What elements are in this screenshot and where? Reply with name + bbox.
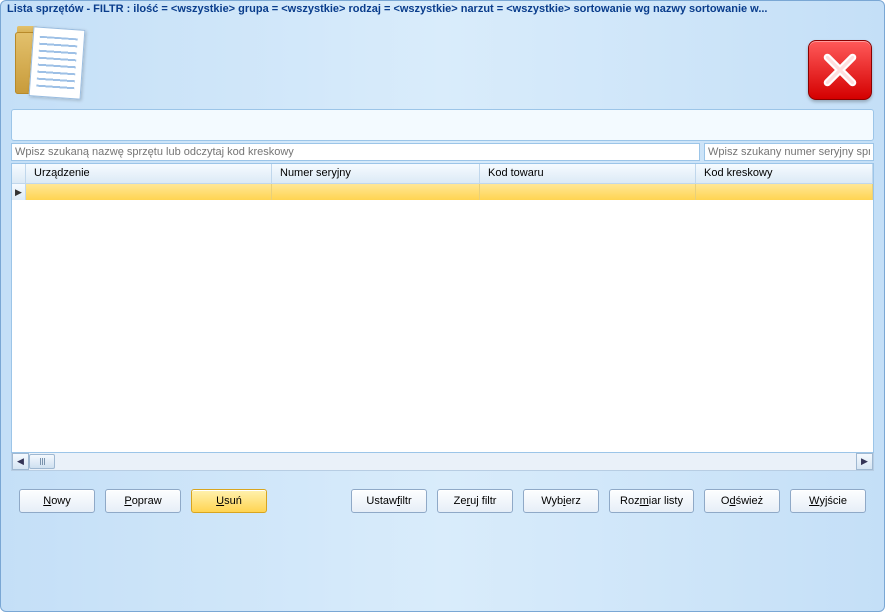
column-header-serial[interactable]: Numer seryjny	[272, 164, 480, 183]
table-row[interactable]: ▶	[12, 184, 873, 200]
exit-button[interactable]: Wyjście	[790, 489, 866, 513]
scroll-left-button[interactable]: ◀	[12, 453, 29, 470]
grid-body[interactable]: ▶	[12, 184, 873, 452]
toolbar	[1, 19, 884, 109]
search-serial-input[interactable]	[704, 143, 874, 161]
equipment-grid[interactable]: Urządzenie Numer seryjny Kod towaru Kod …	[11, 163, 874, 453]
cell-product-code[interactable]	[480, 184, 696, 200]
button-bar: Nowy Popraw Usuń Ustaw filtr Zeruj filtr…	[19, 489, 866, 513]
search-row	[11, 143, 874, 161]
close-icon	[819, 49, 861, 91]
footer-space	[1, 513, 884, 611]
window-title: Lista sprzętów - FILTR : ilość = <wszyst…	[1, 1, 884, 19]
info-panel	[11, 109, 874, 141]
app-window: Lista sprzętów - FILTR : ilość = <wszyst…	[0, 0, 885, 612]
new-button[interactable]: Nowy	[19, 489, 95, 513]
cell-serial[interactable]	[272, 184, 480, 200]
cell-barcode[interactable]	[696, 184, 873, 200]
scroll-track[interactable]	[29, 453, 856, 470]
list-size-button[interactable]: Rozmiar listy	[609, 489, 694, 513]
column-header-device[interactable]: Urządzenie	[26, 164, 272, 183]
close-button[interactable]	[808, 40, 872, 100]
select-button[interactable]: Wybierz	[523, 489, 599, 513]
scroll-right-button[interactable]: ▶	[856, 453, 873, 470]
scroll-thumb[interactable]	[29, 454, 55, 469]
column-header-product-code[interactable]: Kod towaru	[480, 164, 696, 183]
horizontal-scrollbar[interactable]: ◀ ▶	[11, 453, 874, 471]
search-name-input[interactable]	[11, 143, 700, 161]
cell-device[interactable]	[26, 184, 272, 200]
clear-filter-button[interactable]: Zeruj filtr	[437, 489, 513, 513]
column-header-barcode[interactable]: Kod kreskowy	[696, 164, 873, 183]
refresh-button[interactable]: Odśwież	[704, 489, 780, 513]
grid-gutter-header	[12, 164, 26, 183]
grid-header: Urządzenie Numer seryjny Kod towaru Kod …	[12, 164, 873, 184]
set-filter-button[interactable]: Ustaw filtr	[351, 489, 427, 513]
row-indicator-icon: ▶	[12, 184, 26, 200]
delete-button[interactable]: Usuń	[191, 489, 267, 513]
edit-button[interactable]: Popraw	[105, 489, 181, 513]
equipment-list-icon	[13, 22, 85, 100]
